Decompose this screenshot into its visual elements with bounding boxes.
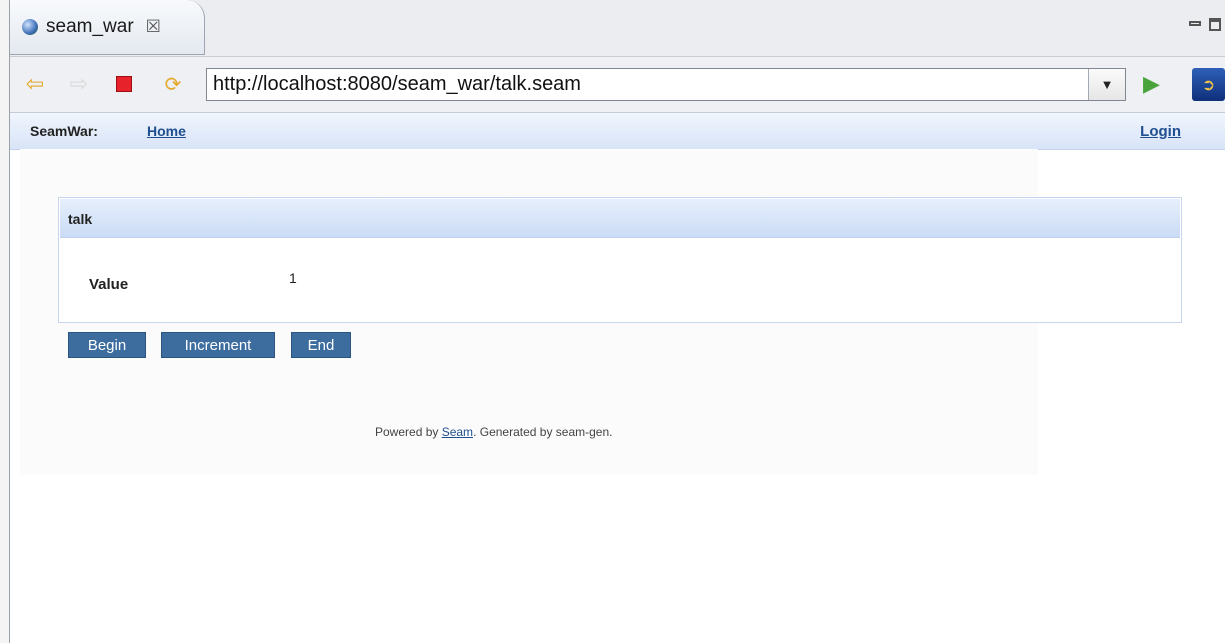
home-link[interactable]: Home <box>147 123 186 139</box>
navigate-external-icon[interactable]: ➲ <box>1192 68 1225 101</box>
increment-button[interactable]: Increment <box>161 332 275 358</box>
browser-toolbar: ⇦ ⇨ ⟳ ▼ ▶ ➲ <box>10 57 1225 113</box>
footer-suffix: . Generated by seam-gen. <box>473 425 613 439</box>
editor-tab-strip: seam_war ☒ <box>10 0 1225 57</box>
end-button[interactable]: End <box>291 332 351 358</box>
talk-panel: talk Value 1 <box>58 197 1182 323</box>
window-left-border <box>0 0 10 643</box>
panel-title: talk <box>68 211 93 227</box>
maximize-icon[interactable] <box>1209 18 1221 31</box>
begin-button[interactable]: Begin <box>68 332 146 358</box>
panel-header: talk <box>60 199 1180 238</box>
page-menu-bar: SeamWar: Home Login <box>10 113 1225 150</box>
seam-link[interactable]: Seam <box>442 425 473 439</box>
close-icon[interactable]: ☒ <box>146 17 161 37</box>
editor-tab[interactable]: seam_war ☒ <box>10 0 205 55</box>
login-link[interactable]: Login <box>1140 123 1181 140</box>
editor-tab-title: seam_war <box>46 16 134 37</box>
footer-prefix: Powered by <box>375 425 442 439</box>
page-footer: Powered by Seam. Generated by seam-gen. <box>375 425 612 439</box>
go-icon[interactable]: ▶ <box>1143 71 1160 97</box>
view-controls <box>1189 18 1221 31</box>
chevron-down-icon[interactable]: ▼ <box>1088 69 1125 100</box>
forward-arrow-icon[interactable]: ⇨ <box>66 71 92 97</box>
address-bar: ▼ <box>206 68 1126 101</box>
value-output: 1 <box>289 270 297 286</box>
back-arrow-icon[interactable]: ⇦ <box>22 71 48 97</box>
brand-label: SeamWar: <box>30 123 98 139</box>
stop-icon[interactable] <box>111 71 137 97</box>
globe-icon <box>22 19 38 35</box>
minimize-icon[interactable] <box>1189 21 1201 26</box>
web-page: SeamWar: Home Login talk Value 1 Begin I… <box>10 113 1225 643</box>
refresh-icon[interactable]: ⟳ <box>160 71 186 97</box>
url-input[interactable] <box>207 69 1085 100</box>
value-label: Value <box>89 276 129 293</box>
